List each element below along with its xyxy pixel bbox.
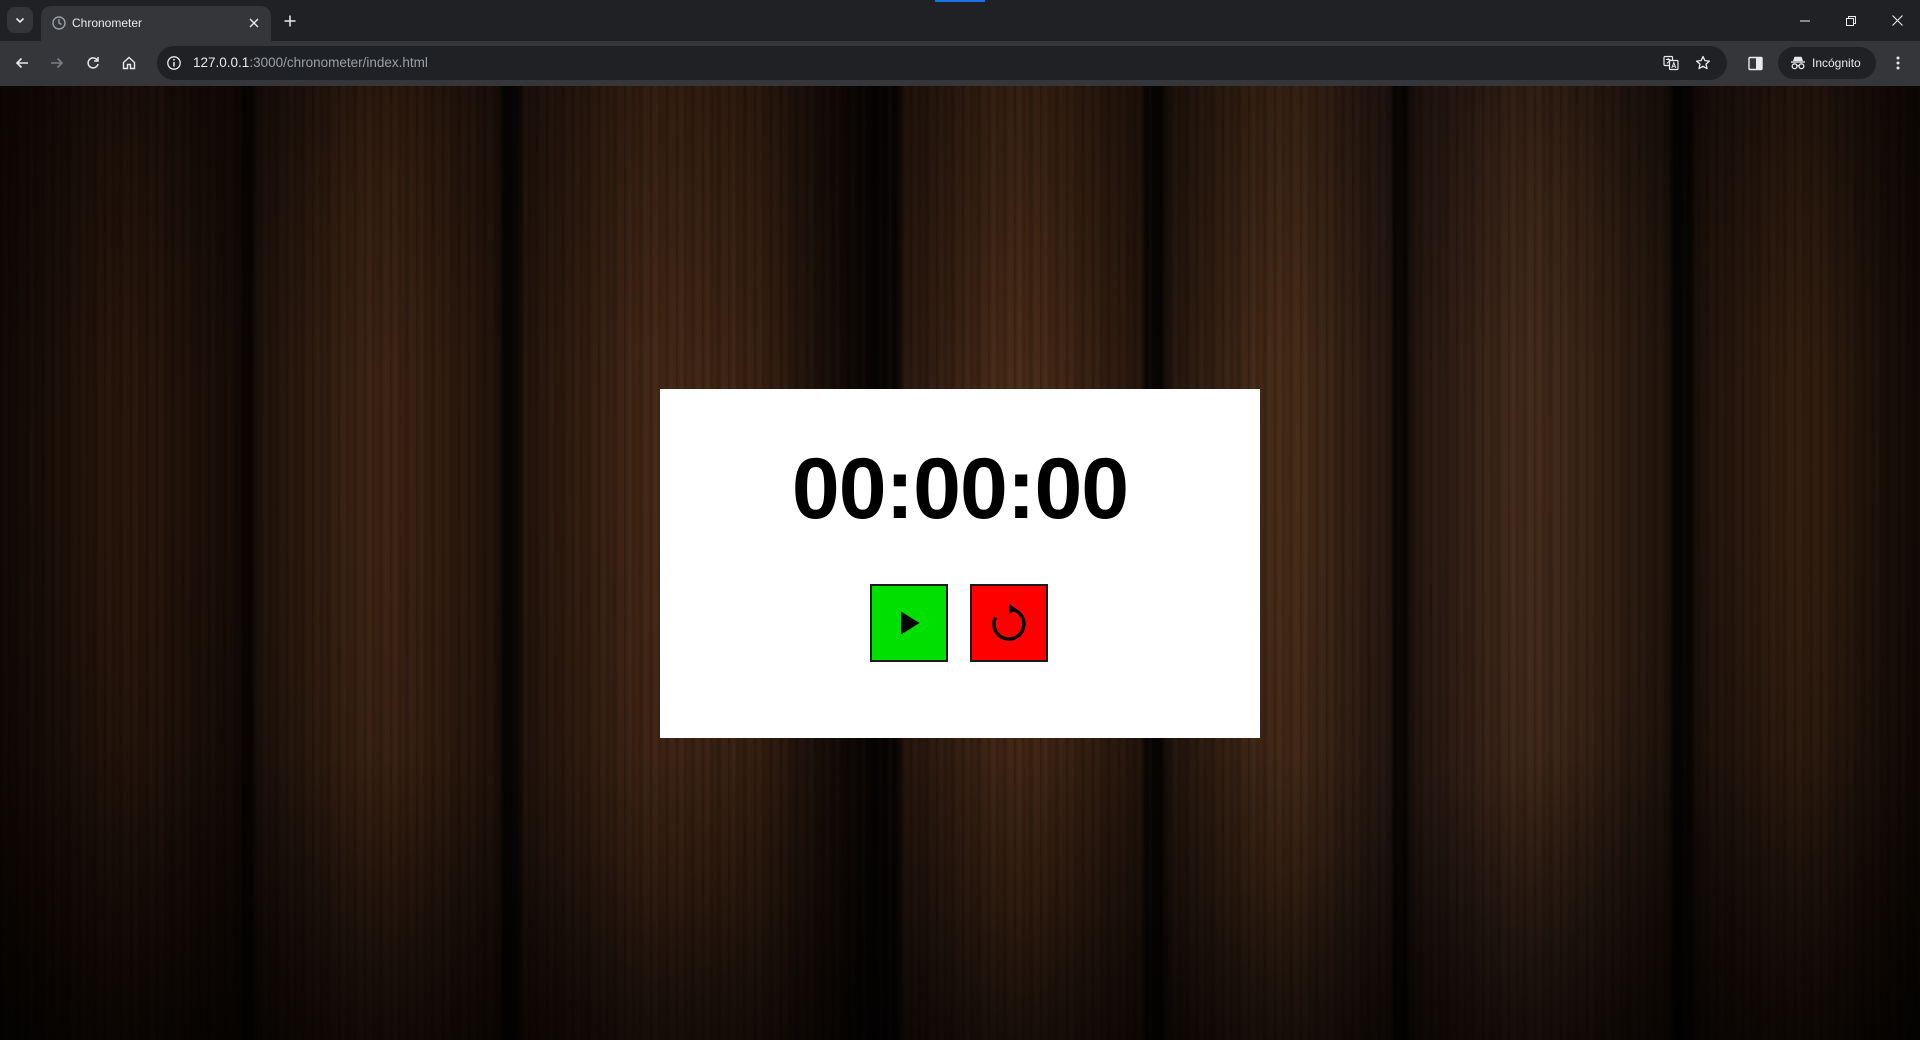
tab-title: Chronometer [72,16,143,30]
url-text: 127.0.0.1:3000/chronometer/index.html [193,55,428,71]
wood-plank [1688,86,1920,1040]
globe-icon [52,16,66,30]
wood-plank [0,86,245,1040]
side-panel-icon [1747,56,1763,70]
plus-icon [284,15,296,27]
more-vert-icon [1896,56,1900,70]
url-path: :3000/chronometer/index.html [249,55,428,70]
forward-button[interactable] [43,49,71,77]
profile-label: Incógnito [1812,56,1861,70]
bookmark-button[interactable] [1692,52,1714,74]
home-icon [122,56,136,70]
address-bar[interactable]: 127.0.0.1:3000/chronometer/index.html [157,46,1727,80]
play-button[interactable] [870,584,948,662]
minimize-icon [1800,20,1810,21]
tab-search-button[interactable] [7,7,33,33]
reset-button[interactable] [970,584,1048,662]
incognito-icon [1791,56,1805,70]
restore-icon [1846,15,1856,26]
minimize-button[interactable] [1782,0,1828,41]
wood-plank [1405,86,1675,1040]
wood-plank [250,86,505,1040]
tab-strip-accent [935,0,985,2]
browser-toolbar: 127.0.0.1:3000/chronometer/index.html In… [0,41,1920,86]
translate-button[interactable] [1660,52,1682,74]
side-panel-button[interactable] [1742,50,1768,76]
incognito-profile-button[interactable]: Incógnito [1778,47,1876,79]
info-icon[interactable] [166,55,182,71]
arrow-right-icon [51,57,64,69]
time-display: 00:00:00 [791,441,1129,537]
page-viewport: 00:00:00 [0,86,1920,1040]
restore-button[interactable] [1828,0,1874,41]
back-button[interactable] [8,49,36,77]
chronometer-card: 00:00:00 [660,389,1260,738]
translate-icon [1663,55,1679,71]
window-controls [1782,0,1920,41]
reset-icon [992,603,1026,641]
arrow-left-icon [15,57,28,69]
reload-icon [87,57,99,69]
play-icon [901,611,920,635]
tab-strip: Chronometer [0,0,1920,41]
new-tab-button[interactable] [278,9,302,33]
url-host: 127.0.0.1 [193,55,250,70]
active-tab[interactable]: Chronometer [41,6,271,41]
chevron-down-icon [15,17,25,24]
home-button[interactable] [115,49,143,77]
close-icon [249,18,259,28]
close-icon [1891,15,1903,26]
close-window-button[interactable] [1874,0,1920,41]
star-icon [1695,55,1711,70]
reload-button[interactable] [79,49,107,77]
browser-menu-button[interactable] [1884,49,1912,77]
browser-window: Chronometer 127.0.0.1:3000/chronometer/i… [0,0,1920,1040]
tab-close-button[interactable] [245,14,263,32]
